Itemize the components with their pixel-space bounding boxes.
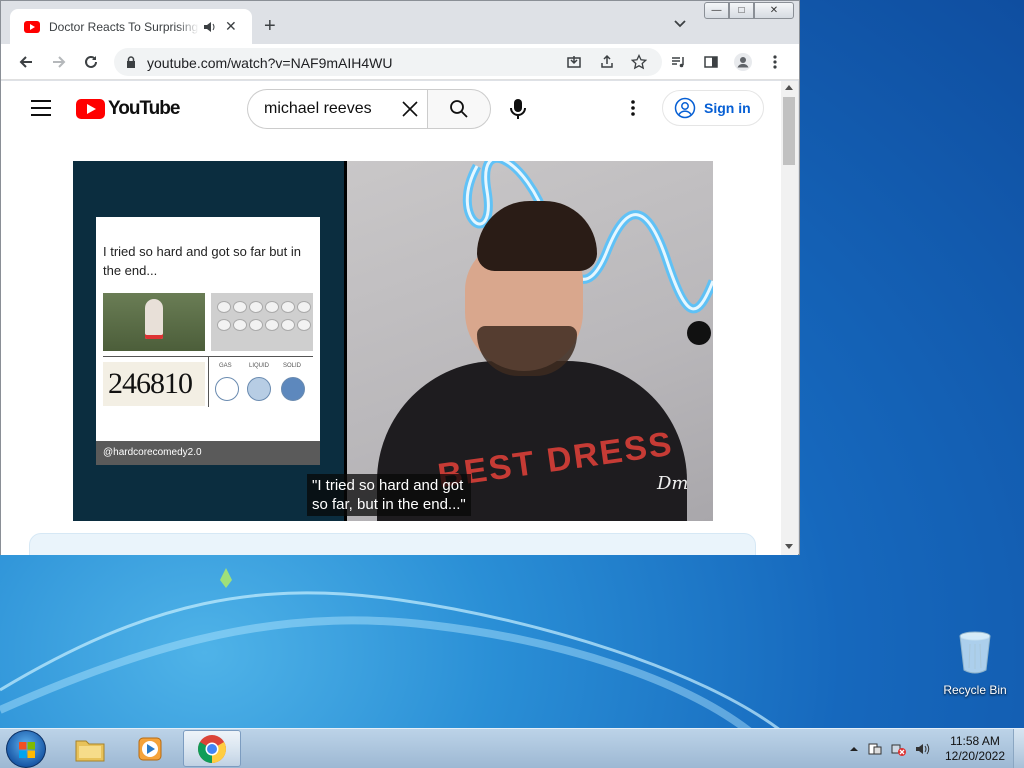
profile-avatar-icon[interactable]: [733, 52, 753, 72]
clock[interactable]: 11:58 AM 12/20/2022: [940, 734, 1010, 764]
browser-toolbar: youtube.com/watch?v=NAF9mAIH4WU: [1, 44, 799, 80]
media-player-icon: [138, 737, 162, 760]
settings-more-icon[interactable]: [625, 99, 641, 117]
close-window-button[interactable]: ✕: [754, 2, 794, 19]
minimize-button[interactable]: —: [704, 2, 729, 19]
system-tray: 11:58 AM 12/20/2022: [840, 729, 1024, 768]
chrome-icon: [198, 734, 226, 763]
taskbar-chrome[interactable]: [183, 730, 241, 767]
taskbar: 11:58 AM 12/20/2022: [0, 728, 1024, 768]
meme-card: I tried so hard and got so far but in th…: [96, 217, 320, 465]
scroll-up-arrow-icon[interactable]: [785, 85, 793, 90]
clown-image: [103, 293, 205, 351]
youtube-favicon-icon: [24, 20, 40, 33]
tab-close-icon[interactable]: ✕: [225, 18, 237, 35]
sign-in-label: Sign in: [704, 100, 751, 116]
tab-strip: Doctor Reacts To Surprisingly ✕ + — □ ✕: [1, 1, 799, 44]
search-query[interactable]: michael reeves: [264, 100, 372, 118]
start-button[interactable]: [6, 730, 46, 768]
egg-carton-image: [211, 293, 313, 351]
scroll-thumb[interactable]: [783, 97, 795, 165]
volume-icon[interactable]: [914, 741, 930, 757]
forward-arrow-icon[interactable]: [49, 52, 69, 72]
youtube-wordmark: YouTube: [108, 98, 180, 119]
recycle-bin-shortcut[interactable]: Recycle Bin: [940, 630, 1010, 697]
meme-panel: I tried so hard and got so far but in th…: [73, 161, 344, 521]
show-desktop-button[interactable]: [1013, 729, 1024, 768]
network-icon[interactable]: [890, 741, 906, 757]
tab-search-chevron-icon[interactable]: [672, 15, 688, 31]
search-input[interactable]: michael reeves: [247, 89, 428, 129]
meme-handle: @hardcorecomedy2.0: [96, 441, 320, 465]
folder-icon: [75, 740, 105, 761]
new-tab-button[interactable]: +: [264, 14, 276, 38]
meme-numbers: 246810: [103, 362, 205, 406]
tab-active[interactable]: Doctor Reacts To Surprisingly ✕: [10, 9, 252, 44]
recycle-bin-icon: [959, 631, 991, 674]
video-player[interactable]: I tried so hard and got so far but in th…: [73, 161, 713, 521]
search-button[interactable]: [427, 89, 491, 129]
search-icon: [450, 100, 468, 118]
windows-logo-icon: [19, 742, 35, 758]
side-panel-icon[interactable]: [701, 52, 721, 72]
show-hidden-icons-icon[interactable]: [846, 741, 862, 757]
taskbar-explorer[interactable]: [61, 730, 119, 767]
back-arrow-icon[interactable]: [16, 52, 36, 72]
youtube-logo[interactable]: YouTube: [76, 98, 180, 120]
bookmark-star-icon[interactable]: [629, 52, 649, 72]
info-panel[interactable]: [29, 533, 756, 555]
youtube-page: YouTube michael reeves Sign in I tried s…: [1, 81, 781, 555]
clear-search-icon[interactable]: [401, 100, 419, 118]
install-app-icon[interactable]: [564, 52, 584, 72]
clock-time: 11:58 AM: [950, 734, 1000, 748]
scroll-down-arrow-icon[interactable]: [785, 544, 793, 549]
youtube-header: YouTube michael reeves Sign in: [1, 81, 781, 137]
states-of-matter-image: GAS LIQUID SOLID: [211, 357, 313, 407]
doctor-video-frame: BEST DRESS Dm: [347, 161, 713, 521]
speaker-icon[interactable]: [203, 20, 217, 34]
taskbar-media-player[interactable]: [121, 730, 179, 767]
browser-window: Doctor Reacts To Surprisingly ✕ + — □ ✕ …: [0, 0, 800, 555]
lock-icon[interactable]: [126, 56, 136, 68]
wallpaper-swoosh: [0, 568, 781, 740]
tab-title: Doctor Reacts To Surprisingly: [49, 19, 199, 34]
signature-watermark: Dm: [657, 473, 689, 494]
hamburger-menu-icon[interactable]: [31, 100, 51, 116]
microphone-icon[interactable]: [508, 98, 528, 120]
url-text[interactable]: youtube.com/watch?v=NAF9mAIH4WU: [147, 55, 392, 71]
meme-caption: I tried so hard and got so far but in th…: [103, 244, 302, 278]
media-controls-icon[interactable]: [668, 52, 688, 72]
page-scrollbar[interactable]: [781, 81, 798, 555]
youtube-play-icon: [76, 99, 105, 119]
action-center-icon[interactable]: [867, 741, 883, 757]
sign-in-button[interactable]: Sign in: [662, 90, 764, 126]
video-subtitle: "I tried so hard and got so far, but in …: [307, 474, 471, 516]
browser-menu-icon[interactable]: [765, 52, 785, 72]
clock-date: 12/20/2022: [944, 749, 1006, 763]
share-icon[interactable]: [597, 52, 617, 72]
reload-icon[interactable]: [81, 52, 101, 72]
maximize-button[interactable]: □: [729, 2, 754, 19]
recycle-bin-label: Recycle Bin: [943, 683, 1007, 697]
account-circle-icon: [674, 97, 696, 119]
